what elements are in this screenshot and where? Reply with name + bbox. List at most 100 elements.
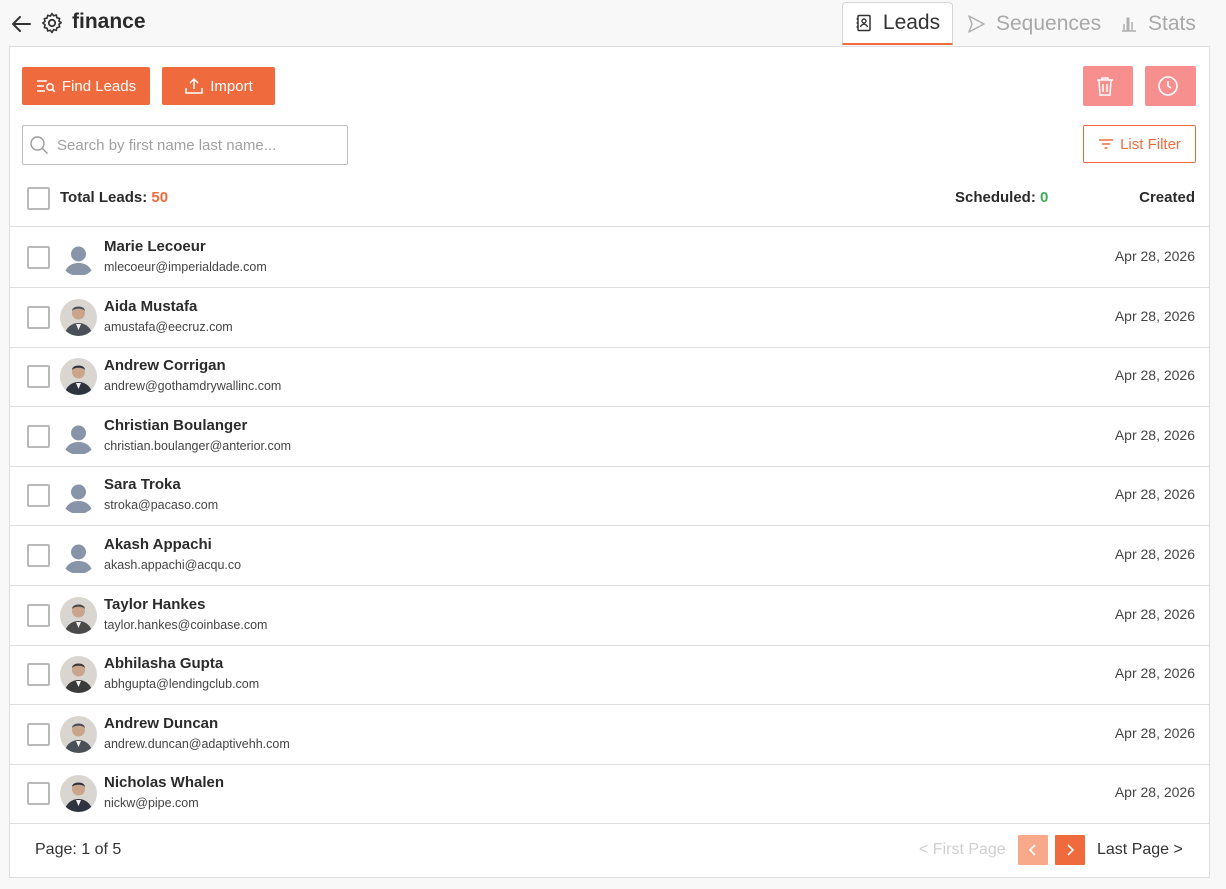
search-box xyxy=(22,125,348,165)
scheduled-count: Scheduled: 0 xyxy=(955,189,1048,206)
lead-email: nickw@pipe.com xyxy=(104,796,199,811)
tab-sequences[interactable]: Sequences xyxy=(966,2,1101,45)
list-filter-label: List Filter xyxy=(1120,135,1181,153)
lead-name[interactable]: Akash Appachi xyxy=(104,536,212,553)
lead-checkbox[interactable] xyxy=(27,663,50,687)
next-page-button[interactable] xyxy=(1055,835,1085,865)
lead-name[interactable]: Andrew Duncan xyxy=(104,715,218,732)
lead-row[interactable]: Andrew Duncan andrew.duncan@adaptivehh.co… xyxy=(10,705,1209,765)
avatar xyxy=(60,239,97,276)
lead-email: andrew.duncan@adaptivehh.com xyxy=(104,736,290,751)
total-leads-count: 50 xyxy=(151,189,169,206)
last-page-link[interactable]: Last Page > xyxy=(1097,841,1183,859)
lead-email: stroka@pacaso.com xyxy=(104,498,219,513)
lead-row[interactable]: Akash Appachi akash.appachi@acqu.co Apr 28… xyxy=(10,526,1209,586)
lead-created-date: Apr 28, 2026 xyxy=(1114,307,1195,324)
lead-row[interactable]: Abhilasha Gupta abhgupta@lendingclub.com A… xyxy=(10,645,1209,706)
tab-stats-label: Stats xyxy=(1148,11,1196,35)
lead-row[interactable]: Aida Mustafa amustafa@eecruz.com Apr 28, 2… xyxy=(10,288,1209,348)
import-button[interactable]: Import xyxy=(162,67,275,105)
prev-page-button[interactable] xyxy=(1018,835,1048,865)
page-info: Page: 1 of 5 xyxy=(35,841,122,858)
first-page-link[interactable]: < First Page xyxy=(919,841,1006,859)
delete-button[interactable] xyxy=(1083,66,1133,106)
lead-name[interactable]: Abhilasha Gupta xyxy=(104,655,223,672)
avatar xyxy=(60,358,97,396)
lead-created-date: Apr 28, 2026 xyxy=(1114,486,1195,503)
lead-row[interactable]: Nicholas Whalen nickw@pipe.com Apr 28, 202… xyxy=(10,764,1209,825)
lead-created-date: Apr 28, 2026 xyxy=(1114,546,1195,562)
lead-row[interactable]: Andrew Corrigan andrew@gothamdrywallinc.c… xyxy=(10,347,1209,408)
tab-sequences-label: Sequences xyxy=(996,11,1102,35)
lead-name[interactable]: Sara Troka xyxy=(104,476,181,493)
list-search-icon xyxy=(36,80,56,93)
lead-checkbox[interactable] xyxy=(27,484,50,508)
lead-checkbox[interactable] xyxy=(27,365,50,389)
send-icon xyxy=(968,14,985,33)
lead-row[interactable]: Taylor Hankes taylor.hankes@coinbase.com A… xyxy=(10,586,1209,646)
avatar xyxy=(60,418,97,455)
lead-name[interactable]: Nicholas Whalen xyxy=(104,774,224,791)
search-icon xyxy=(30,136,48,154)
search-input[interactable] xyxy=(57,136,337,154)
upload-icon xyxy=(185,77,203,94)
lead-checkbox[interactable] xyxy=(27,544,50,567)
leads-panel: Find Leads Import List Filter Total Lead… xyxy=(9,46,1210,878)
lead-checkbox[interactable] xyxy=(27,722,50,746)
chevron-right-icon xyxy=(1067,844,1075,856)
lead-row[interactable]: Marie Lecoeur mlecoeur@imperialdade.com Ap… xyxy=(10,228,1209,288)
lead-name[interactable]: Taylor Hankes xyxy=(104,596,205,613)
lead-created-date: Apr 28, 2026 xyxy=(1114,784,1195,801)
contact-book-icon xyxy=(856,14,871,32)
lead-created-date: Apr 28, 2026 xyxy=(1114,724,1195,741)
import-label: Import xyxy=(210,77,253,95)
avatar xyxy=(60,298,97,336)
avatar xyxy=(60,596,97,634)
lead-checkbox[interactable] xyxy=(27,246,50,269)
page-title: finance xyxy=(72,10,146,33)
avatar xyxy=(60,537,97,574)
lead-row[interactable]: Sara Troka stroka@pacaso.com Apr 28, 2026 xyxy=(10,466,1209,527)
avatar xyxy=(60,775,97,813)
lead-email: akash.appachi@acqu.co xyxy=(104,558,242,572)
lead-name[interactable]: Marie Lecoeur xyxy=(104,238,206,255)
lead-name[interactable]: Christian Boulanger xyxy=(104,417,247,434)
lead-checkbox[interactable] xyxy=(27,782,50,806)
lead-checkbox[interactable] xyxy=(27,305,50,329)
chevron-left-icon xyxy=(1028,844,1036,856)
clock-icon xyxy=(1157,76,1178,96)
pagination: Page: 1 of 5 < First Page Last Page > xyxy=(10,823,1209,878)
leads-header-row: Total Leads: 50 Scheduled: 0 Created xyxy=(10,179,1209,227)
list-filter-button[interactable]: List Filter xyxy=(1083,125,1196,163)
tab-stats[interactable]: Stats xyxy=(1120,2,1196,45)
lead-name[interactable]: Andrew Corrigan xyxy=(104,357,226,374)
lead-email: taylor.hankes@coinbase.com xyxy=(104,617,268,632)
lead-email: andrew@gothamdrywallinc.com xyxy=(104,379,282,394)
lead-checkbox[interactable] xyxy=(27,424,50,448)
back-arrow-icon[interactable] xyxy=(10,12,34,36)
total-leads: Total Leads: 50 xyxy=(60,189,168,206)
scheduled-label: Scheduled: xyxy=(955,189,1036,206)
lead-email: mlecoeur@imperialdade.com xyxy=(104,260,267,274)
lead-checkbox[interactable] xyxy=(27,603,50,627)
lead-created-date: Apr 28, 2026 xyxy=(1114,248,1195,264)
tab-leads-label: Leads xyxy=(882,11,941,34)
lead-email: christian.boulanger@anterior.com xyxy=(104,438,292,453)
avatar xyxy=(60,477,97,514)
created-column-header[interactable]: Created xyxy=(1139,189,1195,206)
scheduled-value: 0 xyxy=(1040,189,1049,206)
lead-row[interactable]: Christian Boulanger christian.boulanger@a… xyxy=(10,407,1209,467)
trash-icon xyxy=(1097,77,1113,96)
lead-created-date: Apr 28, 2026 xyxy=(1114,367,1195,384)
lead-created-date: Apr 28, 2026 xyxy=(1114,426,1195,443)
tab-leads[interactable]: Leads xyxy=(842,2,953,45)
bar-chart-icon xyxy=(1122,17,1136,32)
schedule-button[interactable] xyxy=(1145,66,1196,106)
select-all-checkbox[interactable] xyxy=(27,187,50,210)
lead-created-date: Apr 28, 2026 xyxy=(1114,665,1195,682)
find-leads-button[interactable]: Find Leads xyxy=(22,67,150,105)
lead-name[interactable]: Aida Mustafa xyxy=(104,298,197,315)
avatar xyxy=(60,715,97,753)
gear-icon[interactable] xyxy=(40,11,64,35)
top-bar: finance Leads Sequences Stats xyxy=(0,0,1226,46)
